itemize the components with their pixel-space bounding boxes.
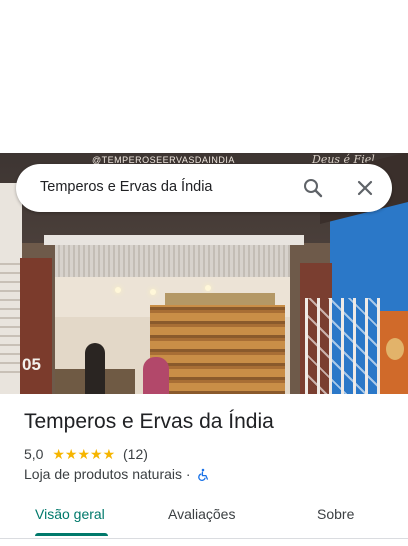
- place-category: Loja de produtos naturais: [24, 466, 182, 482]
- tab-about[interactable]: Sobre: [317, 506, 354, 522]
- blank-header-area: [0, 0, 408, 153]
- rating-value: 5,0: [24, 446, 44, 463]
- left-grille: [0, 263, 20, 373]
- close-icon: [357, 180, 373, 196]
- category-row: Loja de produtos naturais ·: [24, 466, 210, 482]
- search-icon: [304, 179, 323, 198]
- poster-face: [386, 338, 404, 360]
- tab-overview[interactable]: Visão geral: [35, 506, 105, 522]
- door-frame: [44, 235, 304, 245]
- review-count[interactable]: (12): [123, 446, 148, 462]
- search-button[interactable]: [301, 176, 325, 200]
- tabs-divider: [0, 538, 408, 539]
- close-button[interactable]: [353, 176, 377, 200]
- ceiling-light: [205, 285, 211, 291]
- rating-stars: ★★★★★: [52, 445, 116, 462]
- category-separator: ·: [185, 466, 191, 482]
- person: [85, 343, 105, 394]
- rolling-shutter: [55, 245, 290, 277]
- railing: [305, 298, 380, 394]
- spice-shelf: [150, 305, 285, 394]
- place-title: Temperos e Ervas da Índia: [24, 410, 274, 433]
- search-bar[interactable]: Temperos e Ervas da Índia: [16, 164, 392, 212]
- active-tab-indicator: [35, 533, 108, 536]
- tab-bar: Visão geral Avaliações Sobre: [0, 498, 408, 538]
- ceiling-light: [115, 287, 121, 293]
- shop-interior: [55, 277, 290, 394]
- ceiling-light: [150, 289, 156, 295]
- rating-row[interactable]: 5,0 ★★★★★ (12): [24, 445, 148, 463]
- search-input[interactable]: Temperos e Ervas da Índia: [40, 179, 212, 195]
- tab-reviews[interactable]: Avaliações: [168, 506, 235, 522]
- street-number: 05: [22, 355, 41, 374]
- person: [143, 357, 169, 394]
- wheelchair-icon: [198, 469, 209, 482]
